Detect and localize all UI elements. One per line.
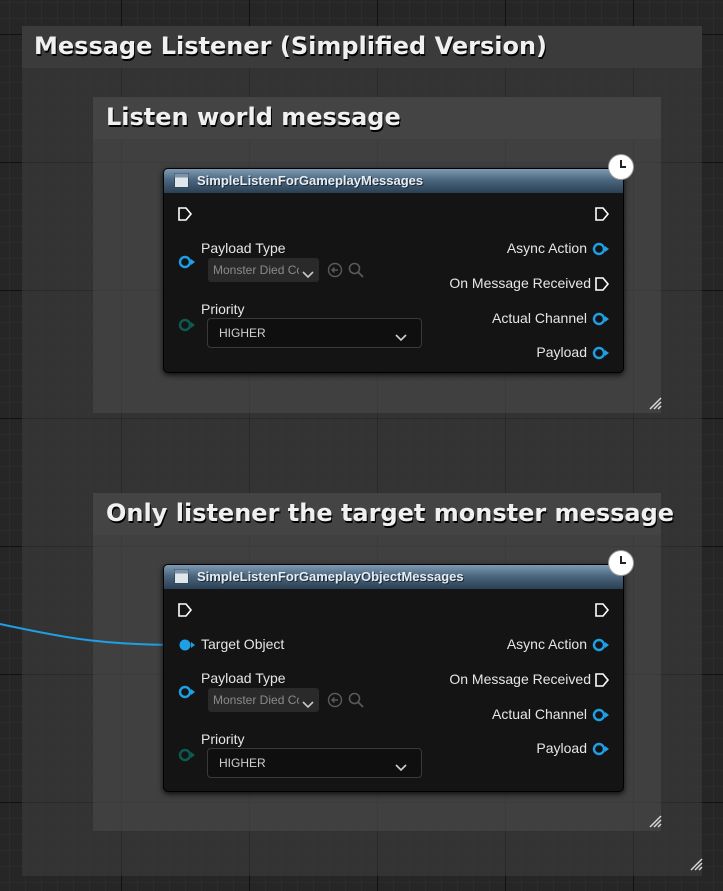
chevron-down-icon (395, 758, 407, 777)
payload-pin[interactable] (592, 346, 610, 360)
magnifier-icon[interactable] (348, 262, 364, 282)
on-message-received-pin[interactable] (594, 276, 610, 292)
chevron-down-icon (302, 265, 314, 284)
clock-icon (608, 154, 634, 180)
clock-icon (608, 550, 634, 576)
target-object-label: Target Object (201, 636, 285, 652)
comment-title-text: Message Listener (Simplified Version) (34, 32, 547, 60)
function-icon (174, 173, 189, 188)
priority-pin[interactable] (178, 748, 196, 762)
payload-type-pin[interactable] (178, 685, 196, 699)
actual-channel-pin[interactable] (592, 312, 610, 326)
comment-title-target[interactable]: Only listener the target monster message (93, 493, 674, 535)
priority-dropdown[interactable]: HIGHER (207, 318, 422, 348)
payload-pin[interactable] (592, 742, 610, 756)
actual-channel-label: Actual Channel (492, 310, 587, 326)
priority-value: HIGHER (219, 756, 266, 770)
priority-label: Priority (201, 301, 245, 317)
payload-type-picker[interactable]: Monster Died Co (208, 258, 319, 282)
on-message-received-label: On Message Received (449, 275, 591, 291)
payload-type-pin[interactable] (178, 255, 196, 269)
priority-dropdown[interactable]: HIGHER (207, 748, 422, 778)
node-title: SimpleListenForGameplayObjectMessages (197, 569, 464, 584)
actual-channel-pin[interactable] (592, 708, 610, 722)
magnifier-icon[interactable] (348, 692, 364, 712)
chevron-down-icon (302, 695, 314, 714)
payload-label: Payload (536, 344, 587, 360)
payload-type-value: Monster Died Co (213, 263, 299, 277)
chevron-down-icon (395, 328, 407, 347)
resize-grip-icon[interactable] (689, 857, 703, 871)
arrow-left-circle-icon[interactable] (327, 692, 343, 712)
arrow-left-circle-icon[interactable] (327, 262, 343, 282)
on-message-received-label: On Message Received (449, 671, 591, 687)
payload-type-label: Payload Type (201, 670, 286, 686)
on-message-received-pin[interactable] (594, 672, 610, 688)
exec-then-pin[interactable] (594, 206, 610, 222)
exec-in-pin[interactable] (177, 206, 193, 222)
priority-value: HIGHER (219, 326, 266, 340)
exec-then-pin[interactable] (594, 602, 610, 618)
resize-grip-icon[interactable] (648, 814, 662, 828)
priority-label: Priority (201, 731, 245, 747)
node-header[interactable]: SimpleListenForGameplayMessages (164, 169, 623, 193)
function-icon (174, 569, 189, 584)
payload-type-label: Payload Type (201, 240, 286, 256)
comment-title-text: Listen world message (106, 103, 401, 131)
comment-title-world[interactable]: Listen world message (93, 97, 661, 139)
comment-title-text: Only listener the target monster message (106, 499, 675, 527)
exec-in-pin[interactable] (177, 602, 193, 618)
resize-grip-icon[interactable] (648, 396, 662, 410)
target-object-pin[interactable] (178, 638, 196, 652)
payload-label: Payload (536, 740, 587, 756)
node-header[interactable]: SimpleListenForGameplayObjectMessages (164, 565, 623, 589)
async-action-label: Async Action (506, 240, 587, 256)
comment-title-outer[interactable]: Message Listener (Simplified Version) (22, 26, 702, 68)
async-action-pin[interactable] (592, 242, 610, 256)
actual-channel-label: Actual Channel (492, 706, 587, 722)
payload-type-picker[interactable]: Monster Died Co (208, 688, 319, 712)
object-wire[interactable] (0, 615, 185, 655)
node-title: SimpleListenForGameplayMessages (197, 173, 424, 188)
async-action-label: Async Action (506, 636, 587, 652)
async-action-pin[interactable] (592, 638, 610, 652)
payload-type-value: Monster Died Co (213, 693, 299, 707)
priority-pin[interactable] (178, 318, 196, 332)
